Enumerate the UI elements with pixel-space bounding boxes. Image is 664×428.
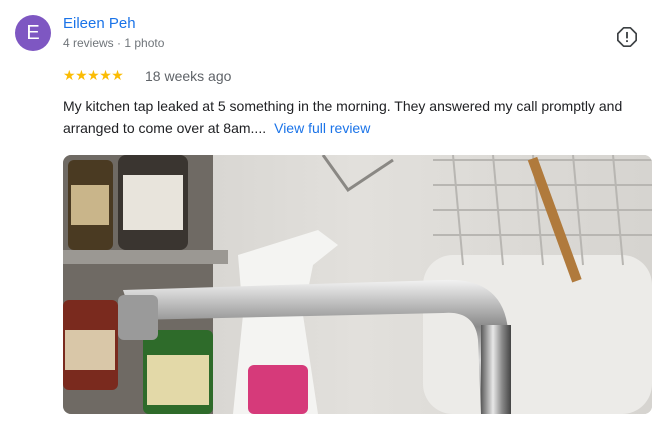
reviewer-stats: 4 reviews · 1 photo <box>63 36 165 50</box>
star-icon: ★ <box>87 67 100 83</box>
view-full-review-link[interactable]: View full review <box>274 120 370 136</box>
report-flag-icon <box>617 27 637 47</box>
avatar-initial: E <box>26 21 40 44</box>
star-rating: ★ ★ ★ ★ ★ <box>63 66 124 84</box>
review-photo[interactable] <box>63 155 652 414</box>
star-icon: ★ <box>111 67 124 83</box>
star-icon: ★ <box>99 67 112 83</box>
reviewer-name[interactable]: Eileen Peh <box>63 15 136 32</box>
star-icon: ★ <box>75 67 88 83</box>
star-icon: ★ <box>63 67 76 83</box>
report-button[interactable] <box>614 24 640 50</box>
review-body: My kitchen tap leaked at 5 something in … <box>63 95 653 139</box>
review-time: 18 weeks ago <box>145 68 232 84</box>
avatar[interactable]: E <box>15 15 51 51</box>
